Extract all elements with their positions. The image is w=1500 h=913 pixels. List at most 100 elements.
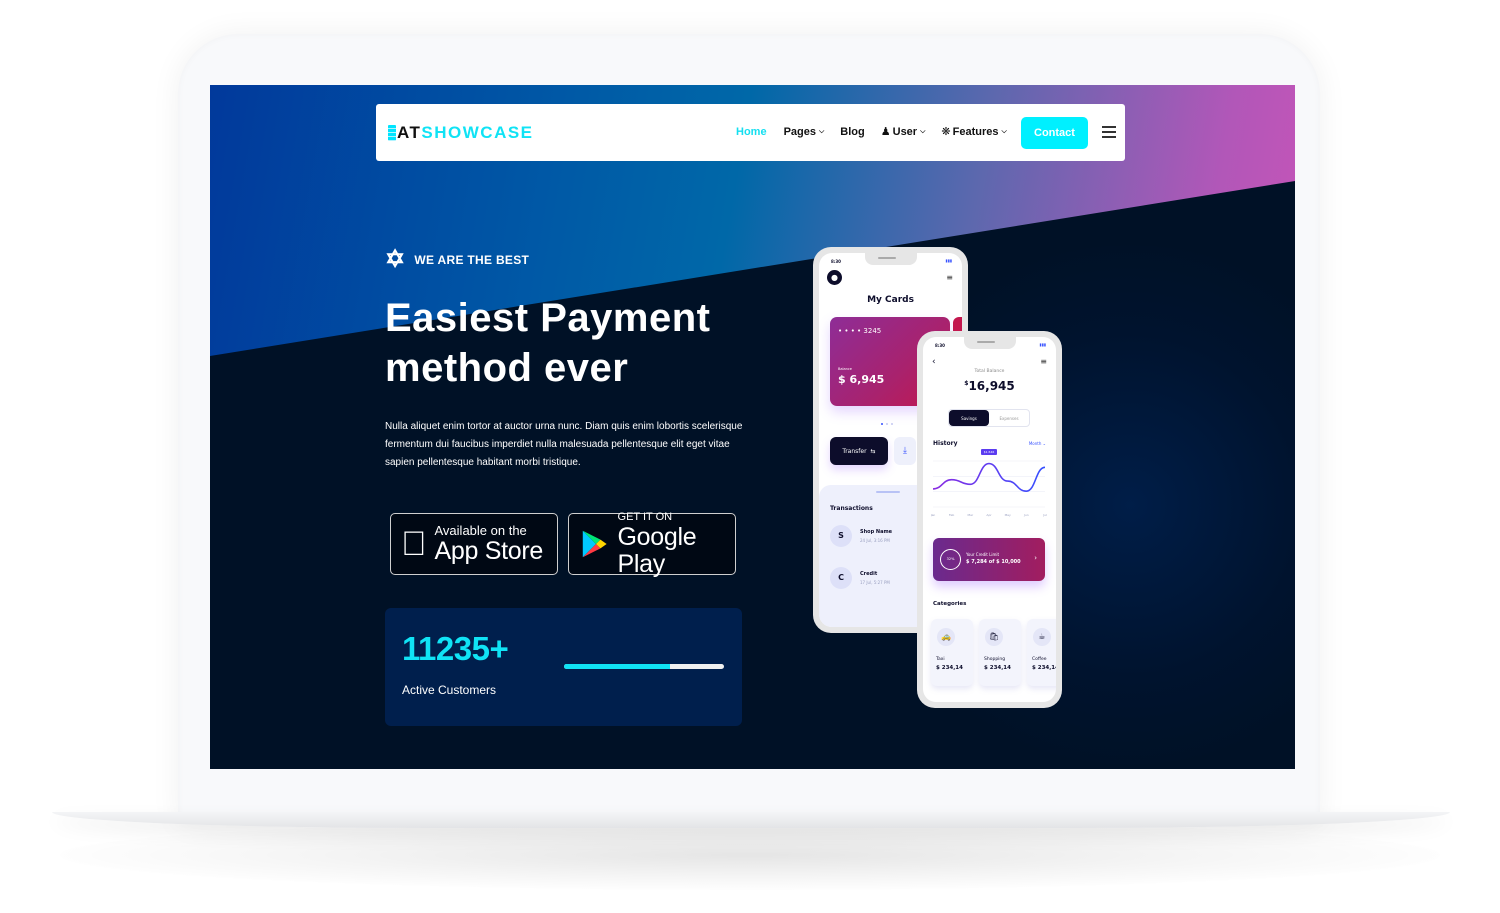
category-card-coffee[interactable]: ☕ Coffee $ 234,14 xyxy=(1027,619,1056,686)
filter-icon[interactable]: ≡ xyxy=(946,273,953,282)
contact-button[interactable]: Contact xyxy=(1021,117,1088,149)
stats-label: Active Customers xyxy=(402,683,497,697)
apple-icon:  xyxy=(401,527,427,561)
total-balance-value: 16,945 xyxy=(968,379,1015,393)
chevron-right-icon: › xyxy=(1034,554,1037,562)
tab-expenses[interactable]: Expenses xyxy=(989,410,1029,426)
status-time: 8:30 xyxy=(935,343,945,348)
chart-point xyxy=(1007,480,1008,481)
status-time: 8:30 xyxy=(831,259,841,264)
credit-label: Your Credit Limit xyxy=(966,552,1000,557)
nav-item-label: Features xyxy=(952,125,999,138)
category-value: $ 234,14 xyxy=(984,665,1011,671)
chevron-down-icon: ⌄ xyxy=(1042,441,1046,446)
transfer-label: Transfer xyxy=(842,447,867,455)
chevron-down-icon: ⌵ xyxy=(818,127,825,135)
eyebrow-text: WE ARE THE BEST xyxy=(414,253,530,267)
transactions-title: Transactions xyxy=(830,505,873,512)
transaction-row[interactable]: S Shop Name 24 Jul, 3:16 PM xyxy=(830,525,892,547)
swap-icon: ⇆ xyxy=(870,447,876,455)
category-card-shopping[interactable]: 🛍 Shopping $ 234,14 xyxy=(979,619,1021,686)
history-line-chart: Jan Feb Mar Apr May Jun Jul $1,546 xyxy=(931,449,1047,517)
chart-point xyxy=(932,488,933,489)
credit-percent-ring: 32% xyxy=(940,549,961,570)
credit-value: $ 7,284 of $ 10,000 xyxy=(966,559,1021,565)
hamburger-icon[interactable] xyxy=(1102,126,1116,138)
store-small-text: GET IT ON xyxy=(617,510,673,523)
signal-battery-icon: ▮▮▮ xyxy=(945,258,952,263)
card-balance-label: Balance xyxy=(838,367,852,371)
google-play-icon xyxy=(582,530,607,558)
transaction-name: Shop Name xyxy=(860,529,893,535)
shopping-bag-icon: 🛍 xyxy=(985,628,1003,646)
categories-title: Categories xyxy=(933,601,967,607)
google-play-button[interactable]: GET IT ON Google Play xyxy=(568,510,736,578)
progress-fill xyxy=(564,664,670,669)
taxi-icon: 🚕 xyxy=(937,628,955,646)
phone-notch xyxy=(963,337,1016,349)
nav-item-pages[interactable]: Pages ⌵ xyxy=(784,125,825,138)
hero-description: Nulla aliquet enim tortor at auctor urna… xyxy=(385,421,743,468)
hero-title-line: method ever xyxy=(385,346,629,390)
chart-x-tick-label: May xyxy=(1005,513,1011,517)
back-arrow-icon[interactable]: ‹ xyxy=(932,357,936,367)
chart-point xyxy=(988,463,989,464)
credit-limit-card[interactable]: 32% Your Credit Limit $ 7,284 of $ 10,00… xyxy=(933,538,1045,581)
store-big-text: Google Play xyxy=(617,522,697,578)
transaction-name: Credit xyxy=(860,571,878,577)
card-balance: $ 6,945 xyxy=(838,373,885,386)
chevron-down-icon: ⌵ xyxy=(1001,127,1007,135)
nav-item-user[interactable]: ♟ User ⌵ xyxy=(881,125,926,139)
settings-icon: ❋ xyxy=(941,126,951,138)
brand-prefix: AT xyxy=(397,123,422,142)
total-balance-label: Total Balance xyxy=(974,369,1005,374)
tab-savings[interactable]: Savings xyxy=(949,410,989,426)
stats-value: 11235+ xyxy=(402,630,509,667)
chart-x-tick-label: Mar xyxy=(967,513,973,517)
drag-handle[interactable] xyxy=(876,491,900,493)
chart-x-tick-label: Jul xyxy=(1042,513,1047,517)
balance-tabs: Savings Expenses xyxy=(948,409,1030,427)
period-dropdown[interactable]: Month ⌄ xyxy=(1029,441,1046,446)
nav-item-blog[interactable]: Blog xyxy=(840,125,864,138)
hero-title: Easiest Payment method ever xyxy=(385,293,765,393)
star-badge-icon: ✡ xyxy=(385,246,406,273)
chart-x-tick-label: Jun xyxy=(1023,513,1029,517)
chart-point xyxy=(1044,467,1045,468)
nav-item-label: User xyxy=(892,125,918,138)
nav-item-label: Home xyxy=(736,125,767,138)
nav-menu: Home Pages ⌵ Blog ♟ User ⌵ ❋ Features ⌵ xyxy=(736,125,1007,139)
nav-item-label: Pages xyxy=(783,125,816,138)
total-balance: $16,945 xyxy=(923,379,1056,393)
store-small-text: Available on the xyxy=(409,522,527,538)
brand-icon xyxy=(388,125,396,141)
stats-card: 11235+ Active Customers xyxy=(385,608,742,726)
category-card-taxi[interactable]: 🚕 Taxi $ 234,14 xyxy=(931,619,973,686)
transaction-avatar: S xyxy=(830,525,852,547)
store-big-text: App Store xyxy=(409,536,544,565)
transaction-row[interactable]: C Credit 17 Jul, 5:27 PM xyxy=(830,567,890,589)
category-value: $ 234,14 xyxy=(1032,665,1056,671)
carousel-dots xyxy=(881,423,893,425)
mockup-stage: AT SHOWCASE Home Pages ⌵ Blog ♟ User ⌵ ❋… xyxy=(0,0,1500,913)
category-name: Taxi xyxy=(936,657,945,662)
brand-name: SHOWCASE xyxy=(421,123,534,142)
brand-logo[interactable]: AT SHOWCASE xyxy=(388,123,534,143)
laptop-base xyxy=(52,812,1450,828)
app-store-button[interactable]:  Available on the App Store xyxy=(390,513,558,575)
chart-point xyxy=(1026,491,1027,492)
transfer-button[interactable]: Transfer ⇆ xyxy=(830,437,888,465)
filter-icon[interactable]: ≡ xyxy=(1040,357,1047,366)
website-screen: AT SHOWCASE Home Pages ⌵ Blog ♟ User ⌵ ❋… xyxy=(210,85,1295,769)
category-name: Coffee xyxy=(1032,657,1047,662)
card-number: • • • • 3245 xyxy=(838,327,882,335)
profile-avatar-icon[interactable]: ● xyxy=(827,270,842,285)
nav-item-home[interactable]: Home xyxy=(736,125,767,138)
chart-x-tick-label: Jan xyxy=(931,513,935,517)
period-label: Month xyxy=(1028,441,1042,446)
phone-mockup-balance: 8:30 ▮▮▮ ‹ ≡ Total Balance $16,945 Savin… xyxy=(917,331,1062,708)
nav-item-features[interactable]: ❋ Features ⌵ xyxy=(941,125,1007,139)
chart-tooltip-label: $1,546 xyxy=(984,450,995,454)
coffee-icon: ☕ xyxy=(1033,628,1051,646)
download-icon[interactable]: ⤓ xyxy=(894,437,916,465)
